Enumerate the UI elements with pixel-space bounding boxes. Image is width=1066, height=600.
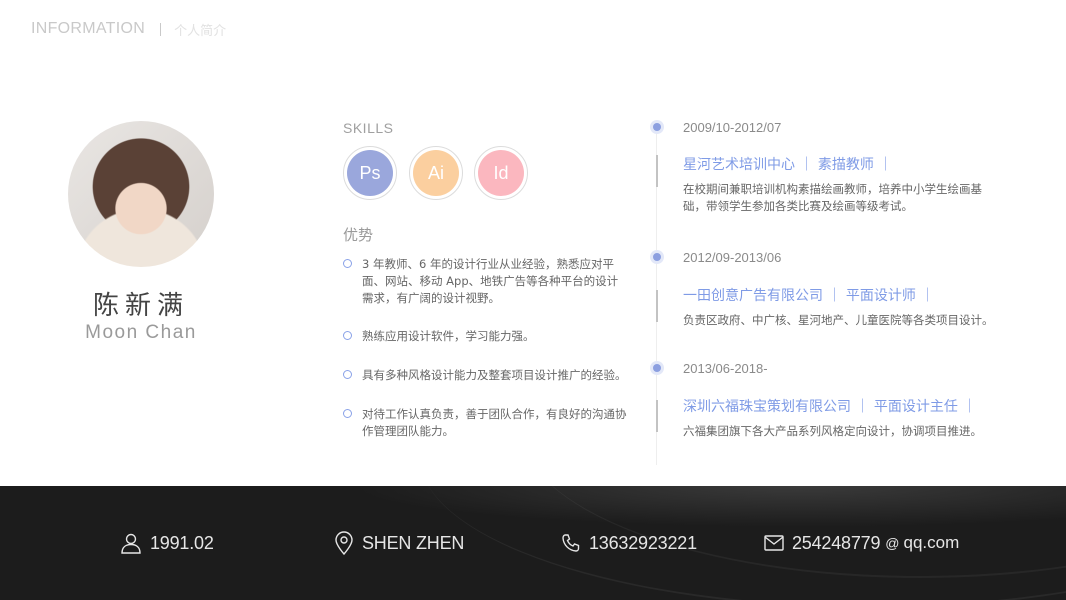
advantage-text: 具有多种风格设计能力及整套项目设计推广的经验。 [362,368,627,382]
timeline-date: 2009/10-2012/07 [683,120,782,135]
skills-title: SKILLS [343,120,394,136]
city-info: SHEN ZHEN [334,486,464,600]
birth-info: 1991.02 [120,486,214,600]
contact-footer: 1991.02 SHEN ZHEN 13632923221 254248779 … [0,486,1066,600]
phone-icon [562,534,580,552]
skill-label-ps: Ps [347,150,393,196]
advantage-text: 3 年教师、6 年的设计行业从业经验，熟悉应对平面、网站、移动 App、地铁广告… [362,257,619,305]
timeline-date: 2013/06-2018- [683,361,768,376]
advantage-item: 对待工作认真负责，善于团队合作，有良好的沟通协作管理团队能力。 [343,406,628,440]
name-en: Moon Chan [85,322,197,343]
avatar [68,121,214,267]
advantages-title: 优势 [343,226,374,244]
header-title-cn: 个人简介 [174,23,227,39]
timeline-bar [656,400,658,432]
skill-badge-ai: Ai [409,146,463,200]
email-info: 254248779 @ qq.com [764,486,959,600]
user-icon [121,533,141,554]
page-header: INFORMATION 个人简介 [31,18,226,40]
advantage-item: 3 年教师、6 年的设计行业从业经验，熟悉应对平面、网站、移动 App、地铁广告… [343,256,628,307]
advantage-item: 熟练应用设计软件，学习能力强。 [343,328,628,345]
birth-date: 1991.02 [150,532,214,553]
timeline-heading: 星河艺术培训中心 ｜ 素描教师 ｜ [683,157,893,173]
timeline-desc: 六福集团旗下各大产品系列风格定向设计，协调项目推进。 [683,424,982,438]
timeline-desc: 负责区政府、中广核、星河地产、儿童医院等各类项目设计。 [683,313,994,327]
phone-info: 13632923221 [561,486,697,600]
email-user: 254248779 [792,532,881,553]
skill-badge-id: Id [474,146,528,200]
mail-icon [764,535,784,551]
city-name: SHEN ZHEN [362,532,465,553]
timeline-dot [653,123,661,131]
timeline-bar [656,155,658,187]
phone-number: 13632923221 [589,532,697,553]
timeline-dot [653,364,661,372]
header-divider [160,22,162,36]
email-domain: qq.com [903,533,960,552]
email-at: @ [885,535,900,551]
location-pin-icon [335,531,353,555]
timeline-dot [653,253,661,261]
header-title-en: INFORMATION [31,20,146,37]
skill-badge-ps: Ps [343,146,397,200]
timeline-heading: 深圳六福珠宝策划有限公司 ｜ 平面设计主任 ｜ [683,399,977,415]
advantage-text: 熟练应用设计软件，学习能力强。 [362,329,535,343]
skill-label-ai: Ai [413,150,459,196]
advantage-item: 具有多种风格设计能力及整套项目设计推广的经验。 [343,367,628,384]
advantage-text: 对待工作认真负责，善于团队合作，有良好的沟通协作管理团队能力。 [362,407,627,438]
timeline-heading: 一田创意广告有限公司 ｜ 平面设计师 ｜ [683,288,935,304]
bullet-icon [343,259,352,268]
timeline-desc: 在校期间兼职培训机构素描绘画教师，培养中小学生绘画基础，带领学生参加各类比赛及绘… [683,182,982,213]
timeline-bar [656,290,658,322]
timeline-date: 2012/09-2013/06 [683,250,782,265]
skill-label-id: Id [478,150,524,196]
bullet-icon [343,331,352,340]
bullet-icon [343,370,352,379]
name-cn: 陈新满 [92,291,189,321]
bullet-icon [343,409,352,418]
